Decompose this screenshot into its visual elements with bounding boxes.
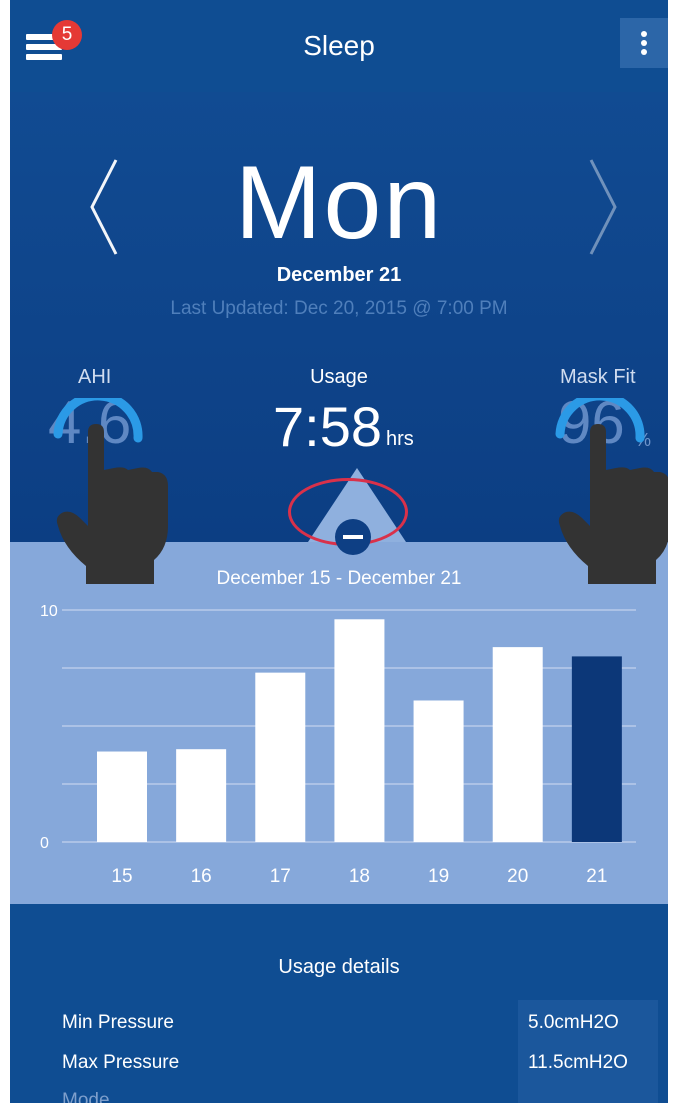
usage-details-section: Usage details Min Pressure 5.0cmH2O Max … — [10, 904, 668, 1103]
usage-details-title: Usage details — [278, 956, 400, 978]
detail-value: 11.5cmH2O — [528, 1052, 628, 1073]
collapse-button[interactable] — [335, 519, 371, 555]
bar-chart: 0 10 15 16 17 18 19 20 21 — [40, 603, 636, 887]
chart-bar — [413, 700, 464, 842]
chart-bar — [255, 672, 306, 842]
mask-fit-label: Mask Fit — [560, 366, 636, 388]
x-tick-label: 17 — [270, 866, 291, 887]
more-options-icon[interactable] — [620, 18, 668, 68]
x-tick-label: 16 — [191, 866, 212, 887]
detail-label: Mode — [62, 1090, 110, 1103]
detail-value: 5.0cmH2O — [528, 1012, 619, 1033]
day-name: Mon — [234, 145, 444, 261]
chart-bar — [571, 656, 622, 842]
detail-row-mode: Mode — [10, 1086, 668, 1103]
detail-row-min-pressure: Min Pressure 5.0cmH2O — [10, 1004, 668, 1040]
detail-label: Min Pressure — [62, 1012, 174, 1033]
detail-label: Max Pressure — [62, 1052, 180, 1073]
tap-gesture-hand-icon — [555, 398, 668, 584]
x-tick-label: 19 — [428, 866, 449, 887]
chart-bar — [492, 647, 543, 842]
x-tick-label: 15 — [111, 866, 132, 887]
top-app-bar: 5 Sleep — [10, 0, 668, 92]
detail-row-max-pressure: Max Pressure 11.5cmH2O — [10, 1044, 668, 1080]
y-tick-label: 0 — [40, 835, 49, 852]
sleep-screen: 5 Sleep Mon December 21 Last Updated: De… — [10, 0, 668, 1103]
tap-gesture-hand-icon — [53, 398, 168, 584]
usage-unit: hrs — [386, 428, 414, 450]
page-title: Sleep — [303, 30, 375, 61]
next-day-button[interactable] — [585, 152, 625, 262]
selected-date: December 21 — [276, 264, 402, 286]
chart-bar — [176, 749, 227, 842]
chart-bar — [334, 619, 385, 842]
x-tick-label: 20 — [507, 866, 528, 887]
y-tick-label: 10 — [40, 603, 58, 620]
x-tick-label: 18 — [349, 866, 370, 887]
chevron-right-icon — [589, 159, 617, 255]
last-updated-text: Last Updated: Dec 20, 2015 @ 7:00 PM — [170, 298, 508, 319]
chart-bar — [97, 751, 147, 842]
usage-value: 7:58 — [273, 395, 382, 458]
x-tick-label: 21 — [586, 866, 607, 887]
minus-icon — [343, 535, 363, 539]
weekly-usage-chart: 0 10 15 16 17 18 19 20 21 December 15 - December… — [10, 542, 668, 904]
